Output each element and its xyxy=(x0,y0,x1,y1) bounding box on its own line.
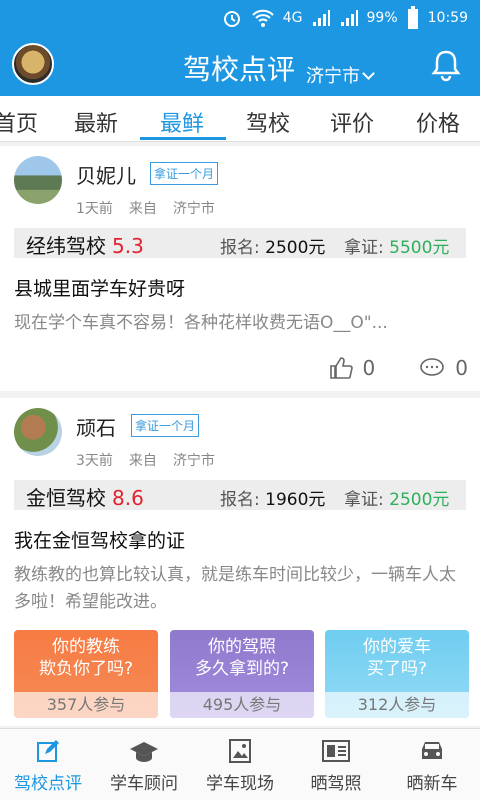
nav-scene[interactable]: 学车现场 xyxy=(192,737,288,794)
bottom-navigation: 驾校点评 学车顾问 学车现场 晒驾照 晒新车 xyxy=(0,728,480,800)
nav-label: 晒驾照 xyxy=(310,774,362,794)
survey-banner-license[interactable]: 你的驾照 多久拿到的? 495人参与 xyxy=(170,630,314,718)
banner-line1: 你的教练 xyxy=(52,637,120,657)
banner-line1: 你的爱车 xyxy=(363,637,431,657)
tab-latest[interactable]: 最新 xyxy=(74,106,118,138)
image-icon xyxy=(229,739,251,763)
like-count: 0 xyxy=(362,356,376,380)
comment-icon[interactable] xyxy=(419,357,445,379)
review-card[interactable]: 贝妮儿 拿证一个月 1天前 来自 济宁市 经纬驾校 5.3 报名: 2500元 拿证:… xyxy=(0,146,480,391)
survey-banner-car[interactable]: 你的爱车 买了吗? 312人参与 xyxy=(325,630,469,718)
survey-banner-coach[interactable]: 你的教练 欺负你了吗? 357人参与 xyxy=(14,630,158,718)
nav-label: 学车顾问 xyxy=(110,774,178,794)
battery-icon xyxy=(407,6,418,29)
nav-show-license[interactable]: 晒驾照 xyxy=(288,737,384,794)
user-avatar[interactable] xyxy=(14,156,62,204)
page-title: 驾校点评 xyxy=(183,53,296,86)
license-badge: 拿证一个月 xyxy=(150,162,219,185)
signal-icon-2 xyxy=(340,10,358,26)
signal-icon xyxy=(312,10,330,26)
from-label: 来自 xyxy=(128,201,157,217)
school-name: 经纬驾校 xyxy=(26,234,106,258)
bell-icon[interactable] xyxy=(430,48,462,82)
license-badge: 拿证一个月 xyxy=(131,414,200,437)
from-label: 来自 xyxy=(128,453,157,469)
post-title: 我在金恒驾校拿的证 xyxy=(14,530,186,552)
city-label: 济宁市 xyxy=(306,66,360,87)
post-body: 教练教的也算比较认真，就是练车时间比较少，一辆车人太多啦！希望能改进。 xyxy=(14,565,456,612)
fee-label: 报名: xyxy=(220,238,260,258)
tab-schools[interactable]: 驾校 xyxy=(246,106,290,138)
banner-line2: 多久拿到的? xyxy=(194,659,290,679)
nav-label: 驾校点评 xyxy=(14,774,82,794)
cert-label: 拿证: xyxy=(344,238,384,258)
user-avatar[interactable] xyxy=(14,408,62,456)
post-meta: 3天前 来自 济宁市 xyxy=(76,450,231,470)
school-name: 金恒驾校 xyxy=(26,486,106,510)
edit-icon xyxy=(37,740,59,762)
user-name[interactable]: 贝妮儿 xyxy=(76,160,136,189)
thumbs-up-icon[interactable] xyxy=(329,356,353,380)
nav-advisor[interactable]: 学车顾问 xyxy=(96,737,192,794)
status-bar: 4G 99% 10:59 xyxy=(0,0,480,36)
participant-count: 495人参与 xyxy=(170,692,314,718)
tab-home[interactable]: 首页 xyxy=(0,106,38,138)
car-icon xyxy=(422,742,442,759)
wifi-icon xyxy=(252,9,274,27)
app-header: 驾校点评 济宁市 xyxy=(0,36,480,96)
tab-prices[interactable]: 价格 xyxy=(416,106,460,138)
fee-label: 报名: xyxy=(220,490,260,510)
post-actions: 0 0 xyxy=(329,356,468,380)
participant-count: 312人参与 xyxy=(325,692,469,718)
banner-line1: 你的驾照 xyxy=(208,637,276,657)
school-score: 8.6 xyxy=(112,486,144,510)
active-tab-indicator xyxy=(140,137,226,140)
post-meta: 1天前 来自 济宁市 xyxy=(76,198,231,218)
fee-value: 2500元 xyxy=(265,238,326,258)
fee-value: 1960元 xyxy=(265,490,326,510)
banner-line2: 欺负你了吗? xyxy=(38,659,134,679)
network-type: 4G xyxy=(282,10,303,26)
school-score: 5.3 xyxy=(112,234,144,258)
nav-label: 学车现场 xyxy=(206,774,274,794)
cert-value: 2500元 xyxy=(389,490,450,510)
post-title: 县城里面学车好贵呀 xyxy=(14,278,186,300)
post-city: 济宁市 xyxy=(172,201,215,217)
user-name[interactable]: 顽石 xyxy=(76,412,116,441)
post-city: 济宁市 xyxy=(172,453,215,469)
tab-reviews[interactable]: 评价 xyxy=(330,106,374,138)
cert-value: 5500元 xyxy=(389,238,450,258)
nav-show-new-car[interactable]: 晒新车 xyxy=(384,737,480,794)
school-info-bar[interactable]: 经纬驾校 5.3 报名: 2500元 拿证: 5500元 xyxy=(14,228,466,258)
tab-freshest[interactable]: 最鲜 xyxy=(160,106,204,138)
chevron-down-icon xyxy=(362,67,375,80)
license-icon xyxy=(322,740,350,762)
participant-count: 357人参与 xyxy=(14,692,158,718)
school-info-bar[interactable]: 金恒驾校 8.6 报名: 1960元 拿证: 2500元 xyxy=(14,480,466,510)
cert-label: 拿证: xyxy=(344,490,384,510)
survey-banners: 你的教练 欺负你了吗? 357人参与 你的驾照 多久拿到的? 495人参与 你的爱车… xyxy=(0,622,480,726)
graduation-cap-icon xyxy=(130,742,158,762)
comment-count: 0 xyxy=(455,356,468,380)
city-selector[interactable]: 济宁市 xyxy=(306,62,375,88)
category-tabs: 首页 最新 最鲜 驾校 评价 价格 xyxy=(0,96,480,142)
alarm-icon xyxy=(223,11,240,27)
post-body: 现在学个车真不容易！各种花样收费无语O__O"... xyxy=(14,313,388,333)
post-time: 3天前 xyxy=(76,453,113,469)
review-card[interactable]: 顽石 拿证一个月 3天前 来自 济宁市 金恒驾校 8.6 报名: 1960元 拿证: … xyxy=(0,398,480,622)
clock: 10:59 xyxy=(427,10,468,26)
banner-line2: 买了吗? xyxy=(366,659,428,679)
post-time: 1天前 xyxy=(76,201,113,217)
nav-label: 晒新车 xyxy=(406,774,458,794)
battery-percent: 99% xyxy=(366,10,398,26)
user-avatar[interactable] xyxy=(12,43,54,85)
nav-school-review[interactable]: 驾校点评 xyxy=(0,737,96,794)
